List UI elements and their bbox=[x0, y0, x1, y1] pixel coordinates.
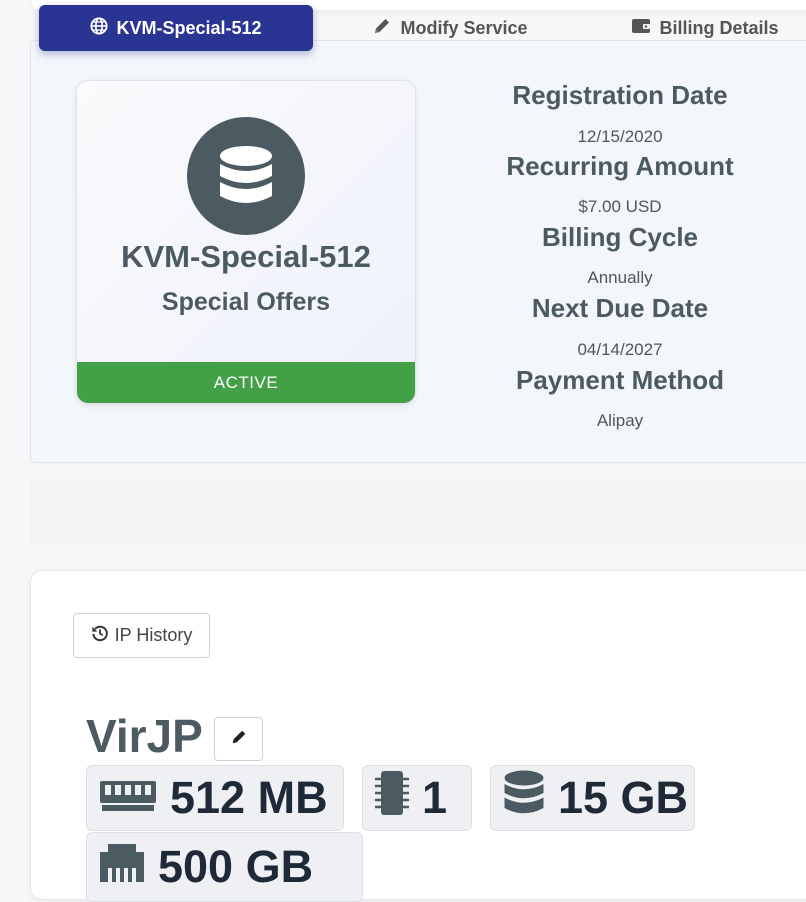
microchip-icon bbox=[374, 770, 410, 827]
spec-bandwidth: 500 GB bbox=[86, 832, 363, 902]
spec-cpu: 1 bbox=[362, 765, 472, 831]
spec-disk: 15 GB bbox=[490, 765, 695, 831]
tab-label: KVM-Special-512 bbox=[116, 17, 262, 38]
billing-cycle-value: Annually bbox=[587, 268, 653, 287]
tab-modify-service[interactable]: Modify Service bbox=[340, 5, 560, 51]
billing-cycle-label: Billing Cycle bbox=[541, 222, 699, 252]
tab-overview[interactable]: KVM-Special-512 bbox=[39, 5, 313, 51]
ip-history-label: IP History bbox=[114, 625, 193, 645]
next-due-date-value: 04/14/2027 bbox=[577, 340, 663, 359]
history-icon bbox=[91, 624, 109, 647]
database-icon bbox=[502, 769, 546, 828]
service-tabs bbox=[30, 481, 806, 543]
database-icon bbox=[187, 117, 305, 235]
server-hostname: VirJP bbox=[86, 710, 203, 762]
tab-billing-details[interactable]: Billing Details bbox=[600, 5, 806, 51]
pencil-icon bbox=[372, 16, 392, 41]
product-group: Special Offers bbox=[161, 288, 331, 316]
recurring-amount-value: $7.00 USD bbox=[578, 197, 662, 216]
payment-method-label: Payment Method bbox=[515, 365, 725, 395]
product-name: KVM-Special-512 bbox=[121, 239, 371, 274]
registration-date-label: Registration Date bbox=[512, 80, 728, 110]
spec-memory: 512 MB bbox=[86, 765, 344, 831]
memory-icon bbox=[98, 772, 158, 824]
payment-method-value: Alipay bbox=[596, 411, 644, 430]
disk-value: 15 GB bbox=[558, 772, 689, 823]
tab-label: Billing Details bbox=[659, 17, 779, 38]
memory-value: 512 MB bbox=[170, 772, 328, 823]
ip-history-button[interactable]: IP History bbox=[73, 613, 210, 658]
wallet-icon bbox=[631, 17, 651, 40]
product-card: KVM-Special-512 Special Offers ACTIVE bbox=[76, 80, 416, 404]
next-due-date-label: Next Due Date bbox=[531, 293, 709, 323]
ethernet-icon bbox=[98, 840, 146, 895]
recurring-amount-label: Recurring Amount bbox=[506, 151, 734, 181]
pencil-icon bbox=[230, 728, 248, 751]
globe-icon bbox=[90, 16, 109, 40]
registration-date-value: 12/15/2020 bbox=[577, 127, 663, 146]
cpu-value: 1 bbox=[422, 772, 448, 823]
edit-hostname-button[interactable] bbox=[214, 717, 263, 761]
bandwidth-value: 500 GB bbox=[158, 841, 314, 892]
tab-label: Modify Service bbox=[400, 17, 528, 38]
status-badge: ACTIVE bbox=[77, 362, 415, 403]
